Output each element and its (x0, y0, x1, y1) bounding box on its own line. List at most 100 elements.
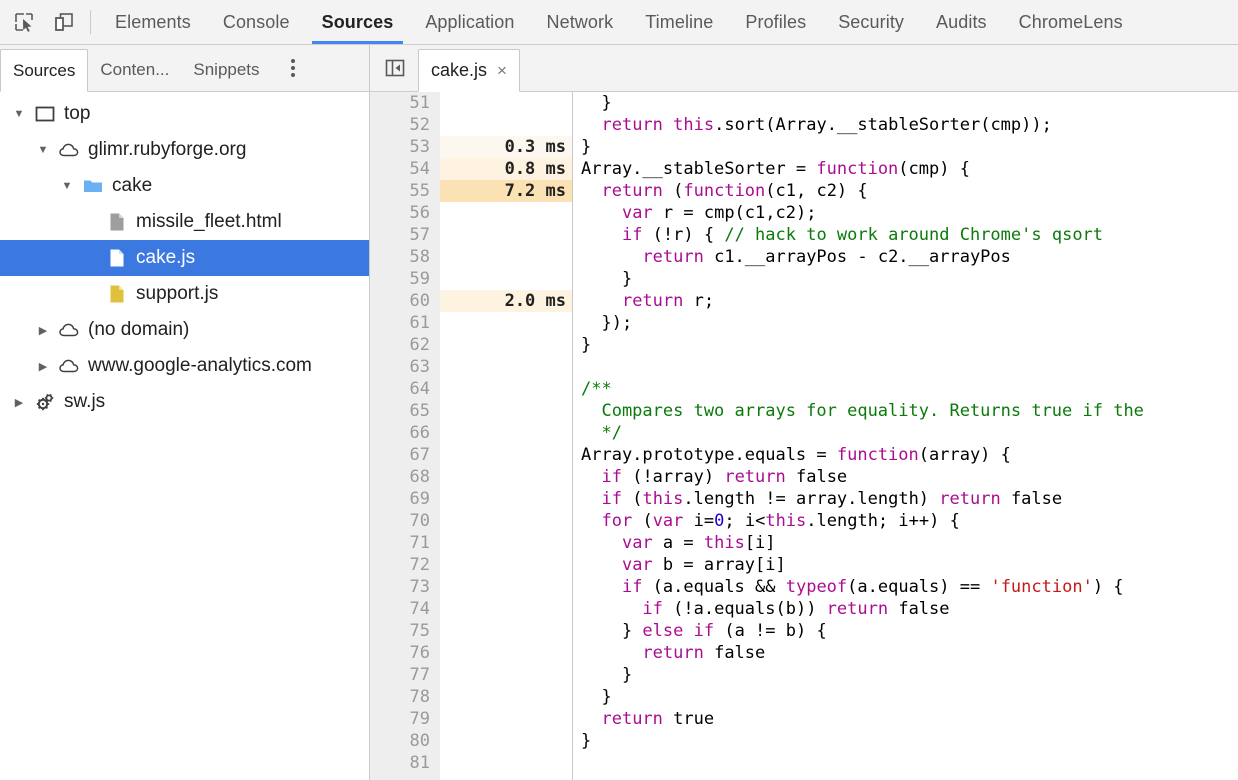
line-number[interactable]: 78 (370, 686, 439, 708)
code-line[interactable]: } (581, 730, 1238, 752)
code-line[interactable]: }); (581, 312, 1238, 334)
tree-item-cake.js[interactable]: cake.js (0, 240, 369, 276)
tree-item-top[interactable]: ▼top (0, 96, 369, 132)
sources-navigator-tree[interactable]: ▼top▼glimr.rubyforge.org▼cakemissile_fle… (0, 92, 370, 780)
source-code-editor[interactable]: 5152535455565758596061626364656667686970… (370, 92, 1238, 780)
line-number[interactable]: 57 (370, 224, 439, 246)
line-number[interactable]: 77 (370, 664, 439, 686)
code-line[interactable]: var a = this[i] (581, 532, 1238, 554)
editor-tab-cakejs[interactable]: cake.js× (418, 49, 520, 92)
tree-item-www.google-analytics.com[interactable]: ▶www.google-analytics.com (0, 348, 369, 384)
chevron-down-icon[interactable]: ▼ (32, 144, 54, 156)
line-number[interactable]: 80 (370, 730, 439, 752)
close-icon[interactable]: × (497, 61, 507, 81)
panel-tab-audits[interactable]: Audits (920, 0, 1003, 44)
code-line[interactable]: Compares two arrays for equality. Return… (581, 400, 1238, 422)
code-line[interactable]: } (581, 334, 1238, 356)
line-number[interactable]: 60 (370, 290, 439, 312)
line-number[interactable]: 74 (370, 598, 439, 620)
line-number[interactable]: 81 (370, 752, 439, 774)
code-line[interactable]: var b = array[i] (581, 554, 1238, 576)
code-line[interactable]: /** (581, 378, 1238, 400)
code-line[interactable] (581, 752, 1238, 774)
chevron-right-icon[interactable]: ▶ (32, 324, 54, 337)
code-line[interactable]: } (581, 92, 1238, 114)
code-token: (!a.equals(b)) (663, 599, 827, 619)
line-number[interactable]: 63 (370, 356, 439, 378)
tree-item-glimr.rubyforge.org[interactable]: ▼glimr.rubyforge.org (0, 132, 369, 168)
line-number[interactable]: 62 (370, 334, 439, 356)
code-line[interactable]: Array.prototype.equals = function(array)… (581, 444, 1238, 466)
code-line[interactable]: Array.__stableSorter = function(cmp) { (581, 158, 1238, 180)
code-line[interactable]: return this.sort(Array.__stableSorter(cm… (581, 114, 1238, 136)
line-number[interactable]: 53 (370, 136, 439, 158)
navigator-tab-conten[interactable]: Conten... (88, 49, 181, 91)
code-line[interactable]: } (581, 268, 1238, 290)
line-number[interactable]: 72 (370, 554, 439, 576)
code-line[interactable]: if (!array) return false (581, 466, 1238, 488)
tree-item--no-domain-[interactable]: ▶(no domain) (0, 312, 369, 348)
panel-tab-application[interactable]: Application (409, 0, 530, 44)
device-toolbar-icon[interactable] (50, 8, 78, 36)
code-line[interactable]: } (581, 664, 1238, 686)
line-number[interactable]: 54 (370, 158, 439, 180)
code-line[interactable]: if (a.equals && typeof(a.equals) == 'fun… (581, 576, 1238, 598)
line-number[interactable]: 70 (370, 510, 439, 532)
line-number[interactable]: 76 (370, 642, 439, 664)
line-number[interactable]: 59 (370, 268, 439, 290)
navigator-more-options-icon[interactable] (278, 45, 308, 91)
code-line[interactable]: var r = cmp(c1,c2); (581, 202, 1238, 224)
code-line[interactable]: return r; (581, 290, 1238, 312)
chevron-right-icon[interactable]: ▶ (8, 396, 30, 409)
code-line[interactable]: return false (581, 642, 1238, 664)
panel-tab-sources[interactable]: Sources (306, 0, 410, 44)
code-line[interactable]: if (!r) { // hack to work around Chrome'… (581, 224, 1238, 246)
line-number[interactable]: 52 (370, 114, 439, 136)
panel-tab-profiles[interactable]: Profiles (729, 0, 822, 44)
code-line[interactable]: return (function(c1, c2) { (581, 180, 1238, 202)
chevron-right-icon[interactable]: ▶ (32, 360, 54, 373)
line-number[interactable]: 55 (370, 180, 439, 202)
line-number[interactable]: 68 (370, 466, 439, 488)
panel-tab-elements[interactable]: Elements (99, 0, 207, 44)
code-line[interactable] (581, 356, 1238, 378)
line-number[interactable]: 65 (370, 400, 439, 422)
code-line[interactable]: */ (581, 422, 1238, 444)
code-line[interactable]: } else if (a != b) { (581, 620, 1238, 642)
line-number[interactable]: 51 (370, 92, 439, 114)
line-number[interactable]: 69 (370, 488, 439, 510)
code-line[interactable]: for (var i=0; i<this.length; i++) { (581, 510, 1238, 532)
panel-tab-chromelens[interactable]: ChromeLens (1003, 0, 1139, 44)
chevron-down-icon[interactable]: ▼ (56, 180, 78, 192)
line-number[interactable]: 75 (370, 620, 439, 642)
line-number[interactable]: 79 (370, 708, 439, 730)
code-content[interactable]: } return this.sort(Array.__stableSorter(… (573, 92, 1238, 780)
line-number[interactable]: 64 (370, 378, 439, 400)
tree-item-sw.js[interactable]: ▶sw.js (0, 384, 369, 420)
line-number[interactable]: 58 (370, 246, 439, 268)
chevron-down-icon[interactable]: ▼ (8, 108, 30, 120)
code-line[interactable]: return c1.__arrayPos - c2.__arrayPos (581, 246, 1238, 268)
navigator-tab-sources[interactable]: Sources (0, 49, 88, 92)
code-line[interactable]: } (581, 136, 1238, 158)
tree-item-missile_fleet.html[interactable]: missile_fleet.html (0, 204, 369, 240)
code-line[interactable]: } (581, 686, 1238, 708)
tree-item-cake[interactable]: ▼cake (0, 168, 369, 204)
line-number[interactable]: 66 (370, 422, 439, 444)
panel-tab-timeline[interactable]: Timeline (629, 0, 729, 44)
panel-tab-console[interactable]: Console (207, 0, 306, 44)
inspect-element-icon[interactable] (10, 8, 38, 36)
panel-tab-security[interactable]: Security (822, 0, 920, 44)
code-line[interactable]: return true (581, 708, 1238, 730)
tree-item-support.js[interactable]: support.js (0, 276, 369, 312)
line-number[interactable]: 67 (370, 444, 439, 466)
line-number[interactable]: 61 (370, 312, 439, 334)
navigator-tab-snippets[interactable]: Snippets (181, 49, 271, 91)
panel-tab-network[interactable]: Network (531, 0, 630, 44)
line-number[interactable]: 56 (370, 202, 439, 224)
code-line[interactable]: if (this.length != array.length) return … (581, 488, 1238, 510)
line-number[interactable]: 71 (370, 532, 439, 554)
collapse-navigator-icon[interactable] (378, 45, 412, 91)
code-line[interactable]: if (!a.equals(b)) return false (581, 598, 1238, 620)
line-number[interactable]: 73 (370, 576, 439, 598)
